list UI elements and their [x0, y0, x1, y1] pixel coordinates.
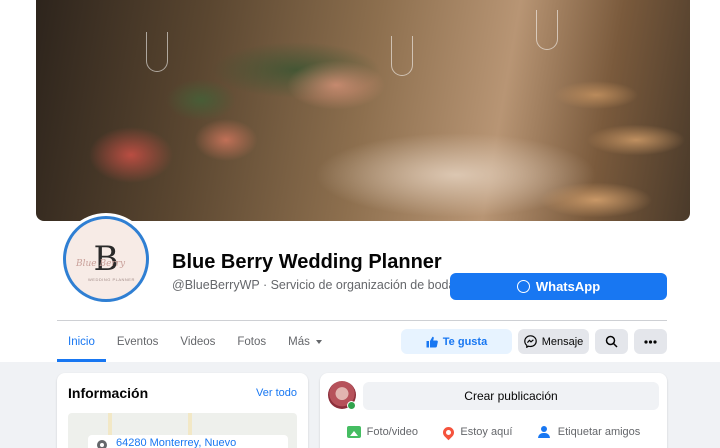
message-button[interactable]: Mensaje — [518, 329, 589, 354]
see-all-link[interactable]: Ver todo — [256, 387, 297, 399]
whatsapp-button[interactable]: WhatsApp — [450, 273, 667, 300]
info-card: Información Ver todo 64280 Monterrey, Nu… — [57, 373, 308, 448]
page-title: Blue Berry Wedding Planner — [172, 251, 442, 273]
create-post-button[interactable]: Crear publicación — [363, 382, 659, 410]
like-button[interactable]: Te gusta — [401, 329, 512, 354]
tab-eventos[interactable]: Eventos — [106, 322, 170, 362]
address-text[interactable]: 64280 Monterrey, Nuevo — [116, 437, 236, 448]
more-dots-icon — [644, 339, 657, 344]
photo-video-icon — [346, 426, 361, 438]
location-map[interactable]: 64280 Monterrey, Nuevo — [68, 413, 297, 448]
tab-mas[interactable]: Más — [277, 322, 333, 362]
chevron-down-icon — [315, 340, 322, 344]
tag-friends-icon — [537, 426, 552, 438]
cover-photo[interactable] — [36, 0, 690, 221]
info-title: Información — [68, 385, 149, 401]
page-avatar[interactable]: B Blue Berry WEDDING PLANNER — [60, 213, 152, 305]
search-icon — [605, 335, 618, 348]
page-tabs: Inicio Eventos Videos Fotos Más — [57, 322, 333, 362]
like-button-label: Te gusta — [442, 335, 488, 348]
check-in-button[interactable]: Estoy aquí — [441, 421, 513, 443]
tab-label: Eventos — [116, 336, 159, 348]
page-handle-category: @BlueBerryWP · Servicio de organización … — [172, 278, 462, 292]
glass-decor — [536, 10, 558, 50]
tab-label: Fotos — [237, 336, 267, 348]
tab-label: Inicio — [68, 336, 95, 348]
action-label: Estoy aquí — [460, 426, 513, 438]
message-button-label: Mensaje — [541, 335, 584, 348]
avatar-logo: B Blue Berry WEDDING PLANNER — [63, 216, 149, 302]
tab-inicio[interactable]: Inicio — [57, 322, 106, 362]
location-pin-icon — [441, 424, 457, 440]
search-button[interactable] — [595, 329, 628, 354]
tab-label: Videos — [180, 336, 216, 348]
whatsapp-icon — [516, 280, 530, 293]
online-status-dot — [347, 401, 356, 410]
address-box: 64280 Monterrey, Nuevo — [88, 435, 288, 448]
action-label: Foto/video — [366, 426, 419, 438]
glass-decor — [391, 36, 413, 76]
thumbs-up-icon — [426, 336, 438, 347]
photo-video-button[interactable]: Foto/video — [346, 421, 419, 443]
whatsapp-button-label: WhatsApp — [535, 279, 601, 294]
tab-videos[interactable]: Videos — [169, 322, 226, 362]
more-options-button[interactable] — [634, 329, 667, 354]
action-label: Etiquetar amigos — [557, 426, 641, 438]
messenger-icon — [523, 335, 537, 348]
tab-fotos[interactable]: Fotos — [226, 322, 277, 362]
composer-card: Crear publicación Foto/video Estoy aquí … — [320, 373, 667, 448]
avatar-logo-script: Blue Berry — [76, 259, 126, 269]
tag-friends-button[interactable]: Etiquetar amigos — [537, 421, 641, 443]
glass-decor — [146, 32, 168, 72]
header-divider — [57, 320, 667, 321]
map-pin-icon — [97, 440, 107, 448]
tab-label: Más — [288, 336, 310, 348]
avatar-logo-subtitle: WEDDING PLANNER — [88, 277, 135, 282]
composer-actions: Foto/video Estoy aquí Etiquetar amigos — [320, 421, 667, 443]
page-header: B Blue Berry WEDDING PLANNER Blue Berry … — [0, 0, 720, 362]
